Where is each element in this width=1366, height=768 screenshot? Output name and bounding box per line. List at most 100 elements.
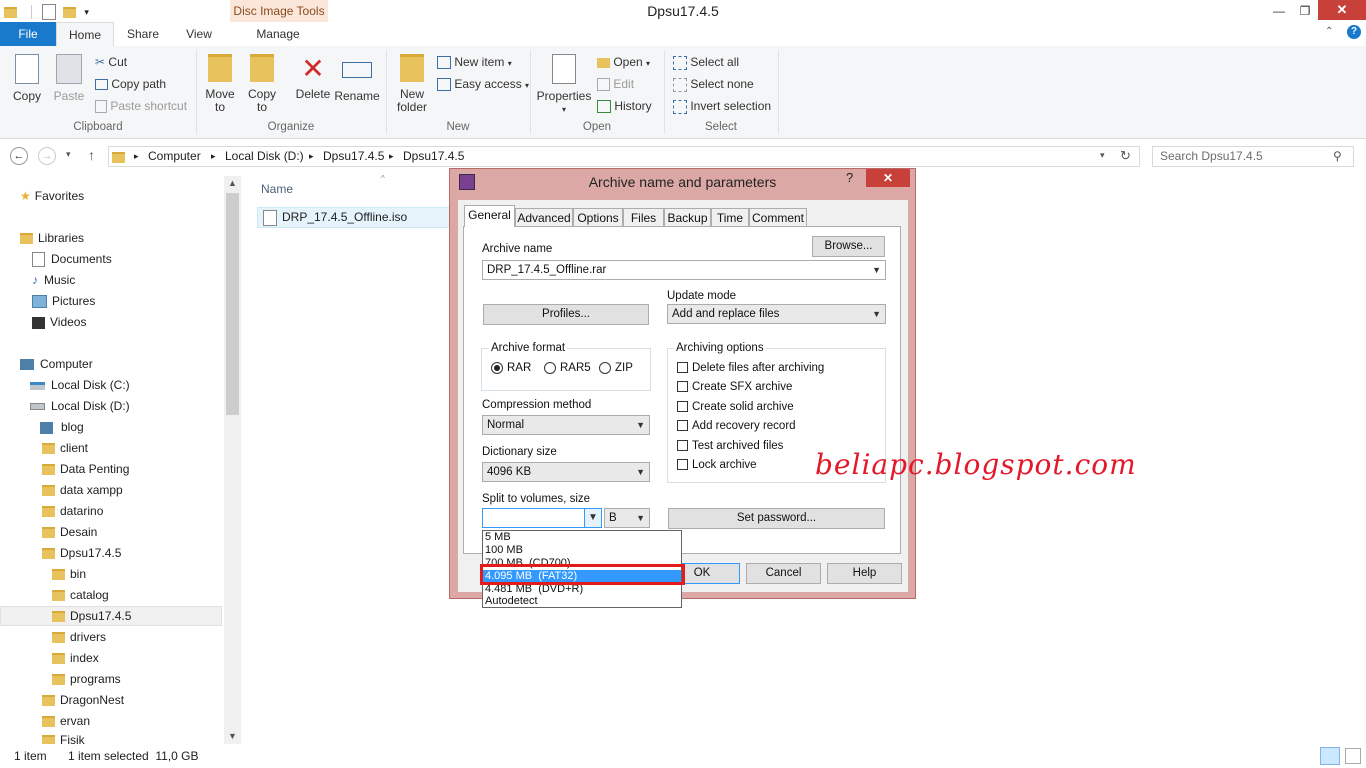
checkbox-solid-archive[interactable]: Create solid archive	[677, 398, 794, 417]
column-header-name[interactable]: Name	[261, 182, 293, 196]
scroll-down-icon[interactable]: ▼	[228, 731, 237, 741]
tab-general[interactable]: General	[464, 205, 515, 227]
breadcrumb-separator-icon[interactable]: ▸	[389, 151, 394, 162]
checkbox-delete-files[interactable]: Delete files after archiving	[677, 359, 824, 378]
checkbox-test-archived[interactable]: Test archived files	[677, 437, 783, 456]
split-option-100mb[interactable]: 100 MB	[483, 544, 681, 557]
nav-folder-data-penting[interactable]: Data Penting	[42, 459, 129, 479]
tab-share[interactable]: Share	[122, 22, 164, 46]
chevron-down-icon[interactable]: ▼	[872, 261, 881, 279]
tab-options[interactable]: Options	[573, 208, 623, 226]
nav-folder-dragonnest[interactable]: DragonNest	[42, 690, 124, 710]
update-mode-select[interactable]: Add and replace files ▼	[667, 304, 886, 324]
nav-folder-programs[interactable]: programs	[52, 669, 121, 689]
scroll-up-icon[interactable]: ▲	[228, 178, 237, 188]
ribbon-collapse-icon[interactable]: ⌃	[1325, 26, 1333, 37]
close-button[interactable]: ✕	[1318, 0, 1366, 20]
checkbox-lock-archive[interactable]: Lock archive	[677, 456, 757, 475]
delete-button[interactable]: ✕ Delete	[292, 54, 334, 101]
breadcrumb-dpsu-current[interactable]: Dpsu17.4.5	[403, 149, 464, 163]
checkbox-recovery-record[interactable]: Add recovery record	[677, 417, 796, 436]
maximize-button[interactable]: ❐	[1292, 0, 1318, 22]
dialog-close-button[interactable]: ✕	[866, 169, 910, 187]
history-button[interactable]: History	[597, 99, 652, 114]
copy-to-button[interactable]: Copy to	[244, 54, 280, 114]
radio-rar[interactable]: RAR	[491, 359, 531, 378]
nav-folder-dpsu-parent[interactable]: Dpsu17.4.5	[42, 543, 121, 563]
new-folder-button[interactable]: New folder	[392, 54, 432, 114]
tab-backup[interactable]: Backup	[664, 208, 711, 226]
tab-time[interactable]: Time	[711, 208, 749, 226]
address-dropdown-chevron-icon[interactable]: ▾	[1100, 150, 1105, 161]
nav-computer[interactable]: Computer	[20, 354, 93, 374]
help-button[interactable]: Help	[827, 563, 902, 584]
breadcrumb-separator-icon[interactable]: ▸	[134, 151, 139, 162]
archive-name-input[interactable]: DRP_17.4.5_Offline.rar ▼	[482, 260, 886, 280]
nav-folder-bin[interactable]: bin	[52, 564, 86, 584]
split-volumes-input[interactable]: ▼	[482, 508, 602, 528]
nav-folder-fisik[interactable]: Fisik	[42, 732, 85, 744]
forward-button[interactable]: →	[38, 147, 56, 165]
nav-local-disk-d[interactable]: Local Disk (D:)	[30, 396, 130, 416]
dictionary-size-select[interactable]: 4096 KB ▼	[482, 462, 650, 482]
nav-folder-client[interactable]: client	[42, 438, 88, 458]
nav-folder-datarino[interactable]: datarino	[42, 501, 103, 521]
tab-home[interactable]: Home	[56, 22, 114, 46]
split-unit-select[interactable]: B ▼	[604, 508, 650, 528]
set-password-button[interactable]: Set password...	[668, 508, 885, 529]
chevron-down-icon[interactable]: ▼	[584, 509, 601, 527]
nav-documents[interactable]: Documents	[32, 249, 112, 269]
profiles-button[interactable]: Profiles...	[483, 304, 649, 325]
copy-path-button[interactable]: Copy path	[95, 77, 166, 91]
breadcrumb-dpsu-parent[interactable]: Dpsu17.4.5	[323, 149, 384, 163]
compression-method-select[interactable]: Normal ▼	[482, 415, 650, 435]
tab-comment[interactable]: Comment	[749, 208, 807, 226]
invert-selection-button[interactable]: Invert selection	[673, 99, 771, 114]
tab-view[interactable]: View	[178, 22, 220, 46]
tab-advanced[interactable]: Advanced	[515, 208, 573, 226]
back-button[interactable]: ←	[10, 147, 28, 165]
nav-folder-data-xampp[interactable]: data xampp	[42, 480, 123, 500]
breadcrumb-separator-icon[interactable]: ▸	[211, 151, 216, 162]
select-all-button[interactable]: Select all	[673, 55, 739, 70]
tab-file[interactable]: File	[0, 22, 56, 46]
nav-local-disk-c[interactable]: Local Disk (C:)	[30, 375, 130, 395]
nav-music[interactable]: ♪ Music	[32, 270, 75, 290]
refresh-icon[interactable]: ↻	[1120, 148, 1131, 164]
radio-zip[interactable]: ZIP	[599, 359, 633, 378]
breadcrumb-local-disk-d[interactable]: Local Disk (D:)	[225, 149, 304, 163]
paste-shortcut-button[interactable]: Paste shortcut	[95, 99, 187, 114]
move-to-button[interactable]: Move to	[202, 54, 238, 114]
new-item-button[interactable]: New item ▾	[437, 55, 512, 70]
cut-button[interactable]: ✂ Cut	[95, 55, 127, 69]
file-row[interactable]: DRP_17.4.5_Offline.iso	[263, 210, 407, 226]
large-icons-view-icon[interactable]	[1345, 748, 1361, 764]
easy-access-button[interactable]: Easy access ▾	[437, 77, 529, 92]
dialog-help-question-icon[interactable]: ?	[846, 170, 853, 185]
radio-rar5[interactable]: RAR5	[544, 359, 591, 378]
tab-files[interactable]: Files	[623, 208, 664, 226]
nav-favorites[interactable]: ★ Favorites	[20, 186, 84, 206]
split-option-autodetect[interactable]: Autodetect	[483, 595, 681, 608]
nav-scrollbar-thumb[interactable]	[226, 193, 239, 415]
search-icon[interactable]: ⚲	[1333, 149, 1342, 163]
nav-folder-dpsu-current[interactable]: Dpsu17.4.5	[52, 606, 131, 626]
split-option-5mb[interactable]: 5 MB	[483, 531, 681, 544]
nav-folder-ervan[interactable]: ervan	[42, 711, 90, 731]
breadcrumb-computer[interactable]: Computer	[148, 149, 201, 163]
breadcrumb-separator-icon[interactable]: ▸	[309, 151, 314, 162]
cancel-button[interactable]: Cancel	[746, 563, 821, 584]
up-button[interactable]: ↑	[88, 147, 95, 163]
open-button[interactable]: Open ▾	[597, 55, 650, 69]
minimize-button[interactable]: —	[1266, 0, 1292, 22]
select-none-button[interactable]: Select none	[673, 77, 754, 92]
tab-manage[interactable]: Manage	[244, 22, 312, 46]
checkbox-create-sfx[interactable]: Create SFX archive	[677, 378, 792, 397]
edit-button[interactable]: Edit	[597, 77, 634, 92]
paste-button[interactable]: Paste	[50, 54, 88, 103]
properties-button[interactable]: Properties ▾	[536, 54, 592, 116]
details-view-icon[interactable]	[1320, 747, 1340, 765]
search-input[interactable]: Search Dpsu17.4.5	[1152, 146, 1354, 167]
nav-folder-blog[interactable]: blog	[40, 417, 84, 437]
recent-locations-chevron-icon[interactable]: ▾	[66, 149, 71, 160]
